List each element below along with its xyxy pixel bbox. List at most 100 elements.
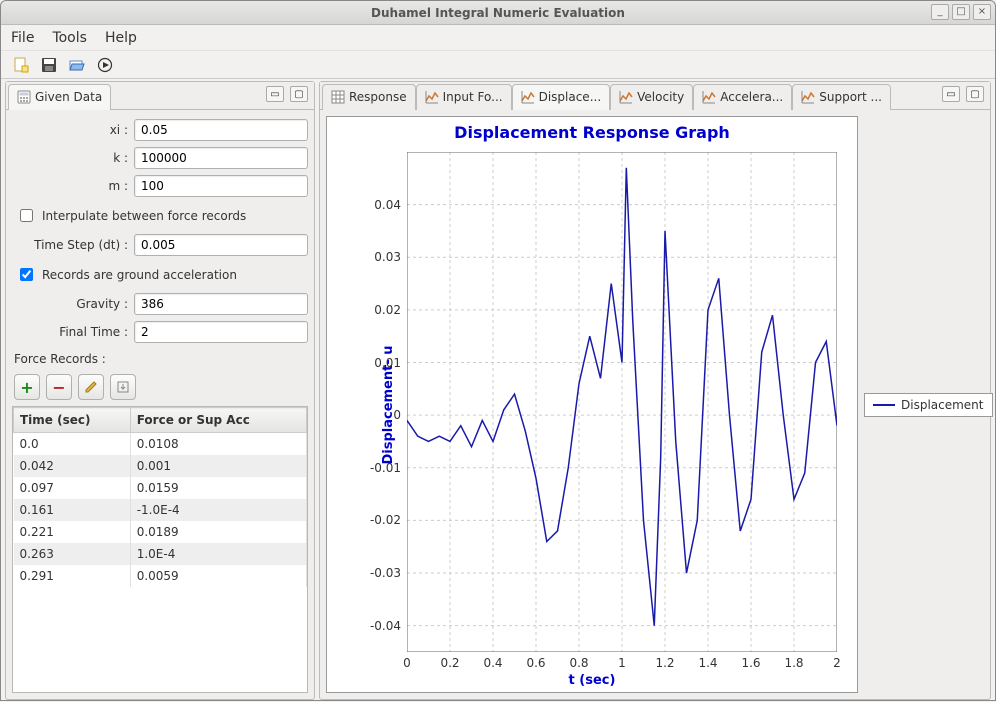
table-row[interactable]: 0.0420.001 [14,455,307,477]
xi-input[interactable] [134,119,308,141]
legend-label: Displacement [901,398,984,412]
table-row[interactable]: 0.2631.0E-4 [14,543,307,565]
cell-time: 0.221 [14,521,131,543]
tab-velocity[interactable]: Velocity [610,84,693,110]
cell-time: 0.263 [14,543,131,565]
m-input[interactable] [134,175,308,197]
xtick-label: 1 [602,656,642,670]
tab-label: Velocity [637,90,684,104]
right-tab-header: Response Input Fo... Displace... Velocity Ac… [320,82,990,110]
table-row[interactable]: 0.00.0108 [14,433,307,456]
ground-accel-checkbox[interactable] [20,268,33,281]
ytick-label: 0.02 [345,303,401,317]
tab-given-data[interactable]: Given Data [8,84,111,110]
toolbar [1,51,995,79]
chart-icon [801,90,815,104]
table-row[interactable]: 0.161-1.0E-4 [14,499,307,521]
table-row[interactable]: 0.2910.0059 [14,565,307,587]
xtick-label: 0.2 [430,656,470,670]
xtick-label: 1.4 [688,656,728,670]
tab-input-fo-[interactable]: Input Fo... [416,84,512,110]
chart-icon [425,90,439,104]
dt-input[interactable] [134,234,308,256]
cell-force: 0.0108 [130,433,306,456]
chart-xlabel: t (sec) [327,673,857,688]
col-force[interactable]: Force or Sup Acc [130,408,306,433]
tab-label: Displace... [539,90,602,104]
displacement-plot[interactable]: Displacement Response Graph Displacement… [326,116,858,693]
title-bar: Duhamel Integral Numeric Evaluation _ □ … [1,1,995,25]
xtick-label: 1.6 [731,656,771,670]
menu-tools[interactable]: Tools [52,30,87,46]
ytick-label: 0 [345,408,401,422]
cell-time: 0.161 [14,499,131,521]
ground-accel-label: Records are ground acceleration [42,268,237,282]
panel-maximize-icon[interactable]: ▢ [966,86,984,102]
menu-file[interactable]: File [11,30,34,46]
chart-icon [521,90,535,104]
chart-icon [619,90,633,104]
run-icon[interactable] [95,55,115,75]
remove-record-button[interactable]: − [46,374,72,400]
col-time[interactable]: Time (sec) [14,408,131,433]
chart-title: Displacement Response Graph [327,123,857,142]
import-record-button[interactable] [110,374,136,400]
dt-label: Time Step (dt) : [12,238,134,252]
cell-force: 0.0059 [130,565,306,587]
tab-label: Response [349,90,407,104]
cell-force: -1.0E-4 [130,499,306,521]
cell-time: 0.042 [14,455,131,477]
tab-response[interactable]: Response [322,84,416,110]
tab-accelera-[interactable]: Accelera... [693,84,792,110]
tab-label: Input Fo... [443,90,503,104]
tab-displace-[interactable]: Displace... [512,84,611,110]
xtick-label: 1.2 [645,656,685,670]
xtick-label: 2 [817,656,857,670]
gravity-input[interactable] [134,293,308,315]
minimize-button[interactable]: _ [931,4,949,20]
menu-help[interactable]: Help [105,30,137,46]
save-icon[interactable] [39,55,59,75]
open-icon[interactable] [67,55,87,75]
cell-force: 0.001 [130,455,306,477]
table-icon [331,90,345,104]
close-button[interactable]: × [973,4,991,20]
edit-record-button[interactable] [78,374,104,400]
add-record-button[interactable]: + [14,374,40,400]
given-data-form: xi : k : m : Interpulate between force r… [6,110,314,699]
cell-force: 1.0E-4 [130,543,306,565]
cell-time: 0.291 [14,565,131,587]
tab-label: Accelera... [720,90,783,104]
ytick-label: -0.02 [345,513,401,527]
ytick-label: -0.01 [345,461,401,475]
k-input[interactable] [134,147,308,169]
ytick-label: 0.01 [345,356,401,370]
xtick-label: 0.8 [559,656,599,670]
window-title: Duhamel Integral Numeric Evaluation [371,6,625,20]
gravity-label: Gravity : [12,297,134,311]
xi-label: xi : [12,123,134,137]
calculator-icon [17,90,31,104]
new-icon[interactable] [11,55,31,75]
table-row[interactable]: 0.0970.0159 [14,477,307,499]
panel-minimize-icon[interactable]: ▭ [266,86,284,102]
force-records-table[interactable]: Time (sec) Force or Sup Acc 0.00.01080.0… [12,406,308,693]
ytick-label: -0.03 [345,566,401,580]
force-records-label: Force Records : [14,352,308,366]
final-time-input[interactable] [134,321,308,343]
tab-given-data-label: Given Data [35,90,102,104]
ytick-label: 0.03 [345,250,401,264]
panel-minimize-icon[interactable]: ▭ [942,86,960,102]
interpolate-checkbox[interactable] [20,209,33,222]
main-area: Given Data ▭ ▢ xi : k : m : Interpul [1,79,995,702]
legend-line-icon [873,404,895,406]
panel-maximize-icon[interactable]: ▢ [290,86,308,102]
ytick-label: 0.04 [345,198,401,212]
cell-force: 0.0189 [130,521,306,543]
chart-icon [702,90,716,104]
tab-support-[interactable]: Support ... [792,84,891,110]
maximize-button[interactable]: □ [952,4,970,20]
table-row[interactable]: 0.2210.0189 [14,521,307,543]
left-tab-header: Given Data ▭ ▢ [6,82,314,110]
xtick-label: 1.8 [774,656,814,670]
